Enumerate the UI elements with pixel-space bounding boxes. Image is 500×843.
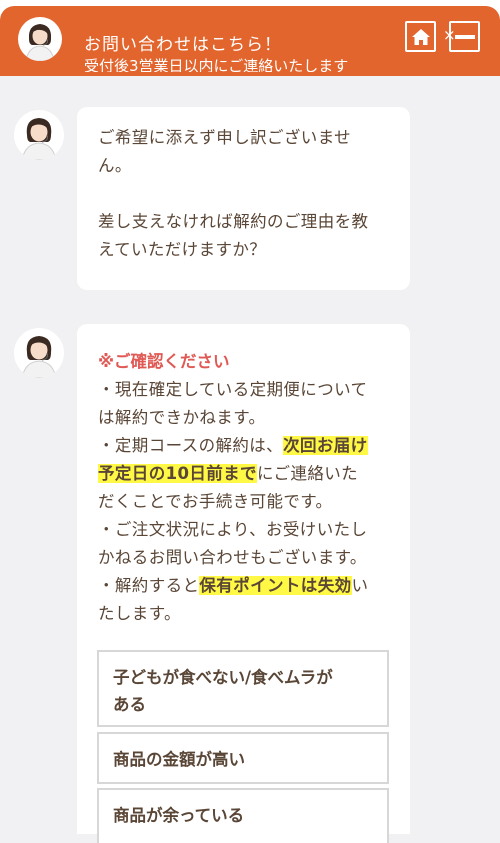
reason-option-surplus[interactable]: 商品が余っている <box>97 788 389 843</box>
message-text-segment: ・解約すると <box>98 576 200 595</box>
message-text: ・ご注文状況により、お受けいたし <box>98 520 368 539</box>
minimize-icon <box>454 34 475 39</box>
highlight-text: 保有ポイントは失効 <box>199 576 352 595</box>
message-text: ・解約すると保有ポイントは失効い <box>98 572 390 600</box>
notice-title: ※ご確認ください <box>98 352 230 371</box>
message-text: ・定期コースの解約は、次回お届け <box>98 432 390 460</box>
message-text-segment: ・定期コースの解約は、 <box>98 436 284 455</box>
reason-option-picky-eater[interactable]: 子どもが食べない/食べムラが ある <box>97 650 389 727</box>
message-text: 差し支えなければ解約のご理由を教 <box>98 212 369 231</box>
option-label: 商品が余っている <box>113 806 245 825</box>
message-bubble: ご希望に添えず申し訳ございませ ん。 差し支えなければ解約のご理由を教 えていた… <box>77 107 410 290</box>
message-text-segment: い <box>351 576 369 595</box>
home-icon <box>411 28 430 45</box>
highlight-text: 次回お届け <box>283 436 368 455</box>
reason-option-price[interactable]: 商品の金額が高い <box>97 732 389 784</box>
message-text: 予定日の10日前までにご連絡いた <box>98 460 390 488</box>
chat-widget: お問い合わせはこちら！ 受付後3営業日以内にご連絡いたします × ご希望に添えず… <box>0 6 500 843</box>
operator-avatar <box>18 17 62 61</box>
message-text: たします。 <box>98 604 181 623</box>
header-subtitle: 受付後3営業日以内にご連絡いたします <box>84 57 349 72</box>
message-text: えていただけますか？ <box>98 240 267 259</box>
option-label: 商品の金額が高い <box>113 750 245 769</box>
message-text: は解約できかねます。 <box>98 408 266 427</box>
home-button[interactable] <box>405 21 436 52</box>
close-mark: × <box>443 26 456 44</box>
option-label: 子どもが食べない/食べムラが <box>113 668 333 687</box>
highlight-text: 予定日の10日前まで <box>98 464 257 483</box>
message-text: ・現在確定している定期便について <box>98 380 368 399</box>
message-text: だくことでお手続き可能です。 <box>98 492 333 511</box>
option-label: ある <box>113 695 146 714</box>
message-text: ん。 <box>98 156 132 175</box>
message-bubble: ※ご確認ください ・現在確定している定期便について は解約できかねます。 ・定期… <box>77 324 410 843</box>
operator-avatar <box>14 110 64 160</box>
message-text: ご希望に添えず申し訳ございませ <box>98 128 352 147</box>
message-text: かねるお問い合わせもございます。 <box>98 548 367 567</box>
message-text-segment: にご連絡いた <box>256 464 359 483</box>
operator-avatar <box>14 328 64 378</box>
chat-header: お問い合わせはこちら！ 受付後3営業日以内にご連絡いたします × <box>0 6 500 76</box>
header-title: お問い合わせはこちら！ <box>84 35 282 55</box>
